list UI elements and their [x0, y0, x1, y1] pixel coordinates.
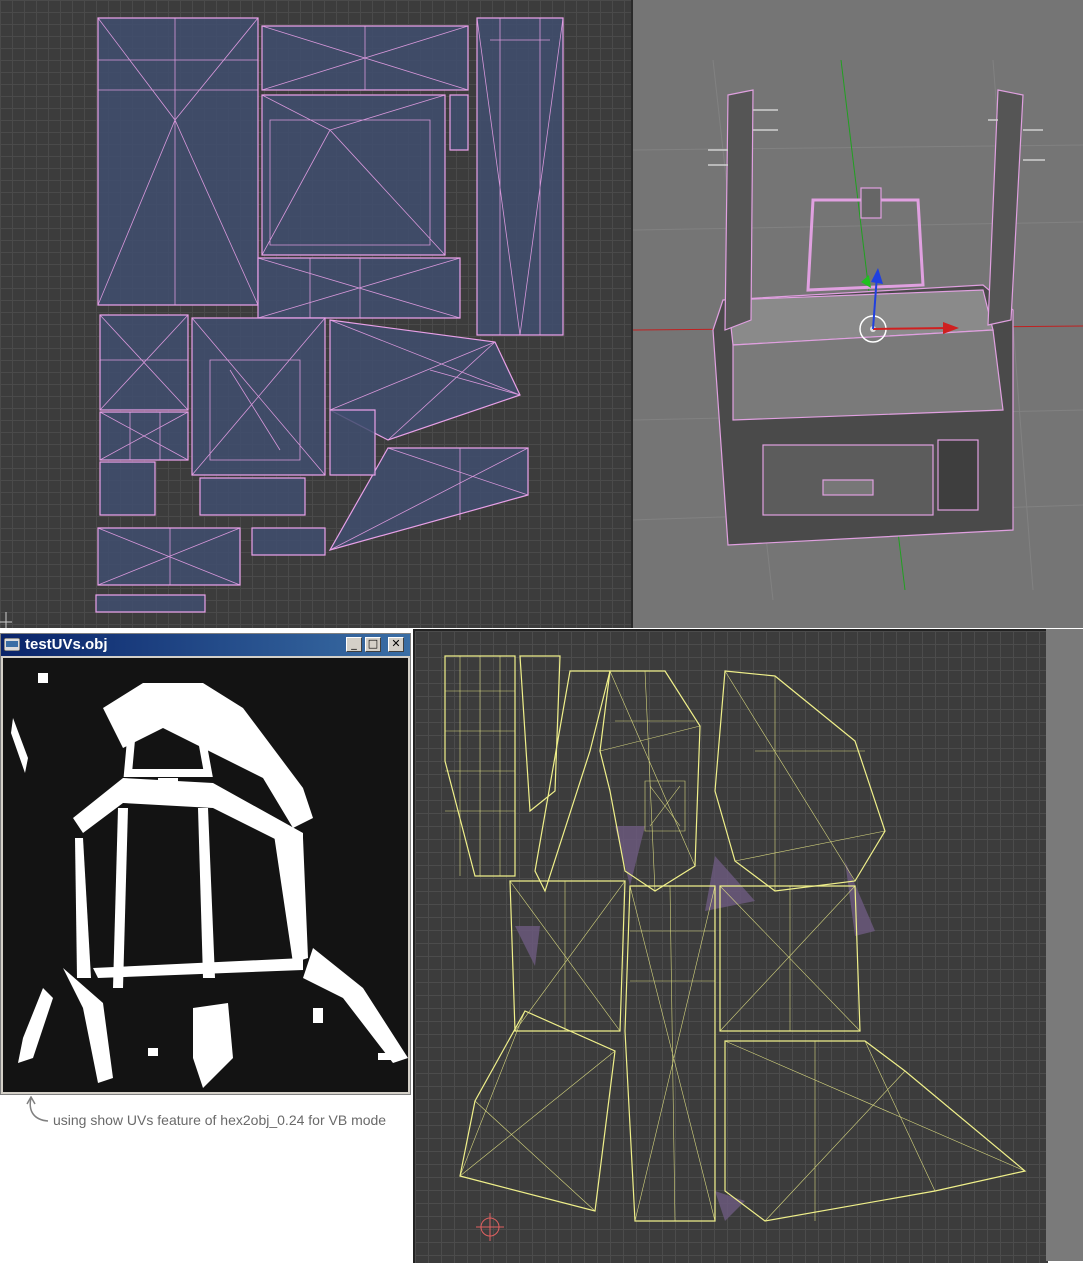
- side-panel-strip: [1046, 629, 1083, 1261]
- uv-island: [95, 594, 206, 613]
- test-uvs-window[interactable]: testUVs.obj _ □ ✕: [0, 633, 411, 1095]
- uv-layout-bottom: [444, 655, 1027, 1241]
- window-title: testUVs.obj: [25, 636, 108, 653]
- uv-editor-bottom[interactable]: [413, 629, 1048, 1263]
- uv-island: [714, 670, 886, 892]
- uv-island: [329, 409, 376, 476]
- 2d-cursor-icon: [476, 1213, 504, 1241]
- uv-island: [476, 17, 564, 336]
- model-pillar-left: [724, 89, 754, 331]
- close-button[interactable]: ✕: [388, 637, 404, 652]
- uv-render-canvas[interactable]: [3, 658, 408, 1092]
- uv-island: [724, 1040, 1027, 1222]
- uv-island: [624, 885, 716, 1222]
- uv-island: [199, 477, 306, 516]
- minimize-button[interactable]: _: [346, 637, 362, 652]
- application-icon: [4, 638, 20, 651]
- uv-island: [459, 1010, 616, 1212]
- axis-x-handle: [872, 327, 952, 330]
- 3d-viewport[interactable]: [633, 0, 1083, 628]
- uv-island: [251, 527, 326, 556]
- uv-island: [509, 880, 626, 1032]
- uv-island: [99, 461, 156, 516]
- uv-island: [261, 94, 446, 256]
- window-titlebar[interactable]: testUVs.obj _ □ ✕: [1, 634, 410, 656]
- uv-render: [11, 673, 408, 1088]
- uv-cursor: [0, 612, 12, 628]
- caption-text: using show UVs feature of hex2obj_0.24 f…: [53, 1112, 387, 1128]
- uv-layout-top: [0, 17, 564, 628]
- curved-arrow-icon: [26, 1096, 49, 1122]
- uv-island: [97, 17, 259, 306]
- model-pillar-right: [987, 89, 1024, 326]
- maximize-button[interactable]: □: [365, 637, 381, 652]
- uv-editor-top[interactable]: [0, 0, 631, 628]
- 3d-scene: [633, 59, 1083, 601]
- uv-island: [449, 94, 469, 151]
